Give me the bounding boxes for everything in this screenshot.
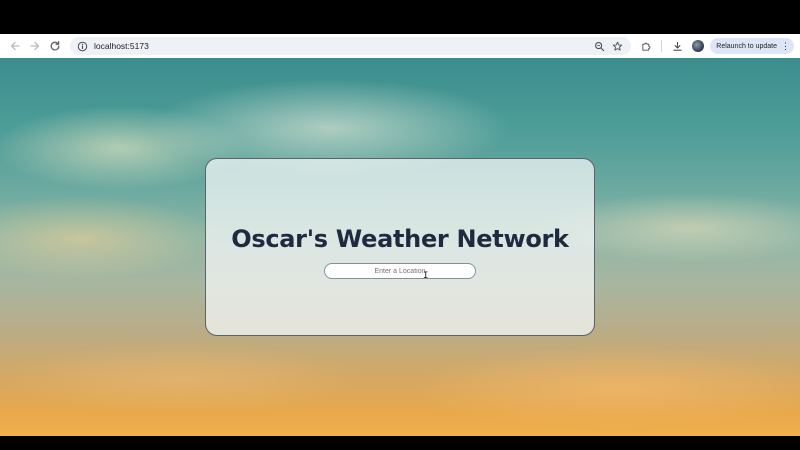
text-cursor-icon: I [423,271,429,281]
forward-button[interactable] [26,37,44,55]
avatar[interactable] [692,40,705,52]
page-content: Oscar's Weather Network [0,58,800,436]
zoom-icon[interactable] [591,38,607,54]
toolbar-divider [661,40,663,52]
download-icon[interactable] [668,37,686,55]
relaunch-label: Relaunch to update [716,42,777,50]
star-icon[interactable] [609,38,625,54]
address-bar[interactable]: localhost:5173 [70,37,632,55]
puzzle-icon[interactable] [637,37,655,55]
screen: localhost:5173 Relaunch to update ⋮ Osca… [0,0,800,450]
more-vert-icon[interactable]: ⋮ [781,41,790,51]
reload-icon [50,40,60,51]
arrow-right-icon [30,41,40,51]
top-black-bar [0,0,800,34]
bottom-black-bar [0,436,800,450]
weather-card: Oscar's Weather Network [205,158,595,336]
page-title: Oscar's Weather Network [231,225,569,253]
info-icon[interactable] [76,40,88,52]
browser-toolbar: localhost:5173 Relaunch to update ⋮ [0,34,800,58]
back-button[interactable] [6,37,24,55]
reload-button[interactable] [46,37,64,55]
relaunch-button[interactable]: Relaunch to update ⋮ [710,38,794,54]
url-text[interactable]: localhost:5173 [94,41,589,51]
arrow-left-icon [10,41,20,51]
location-search-input[interactable] [324,263,476,279]
